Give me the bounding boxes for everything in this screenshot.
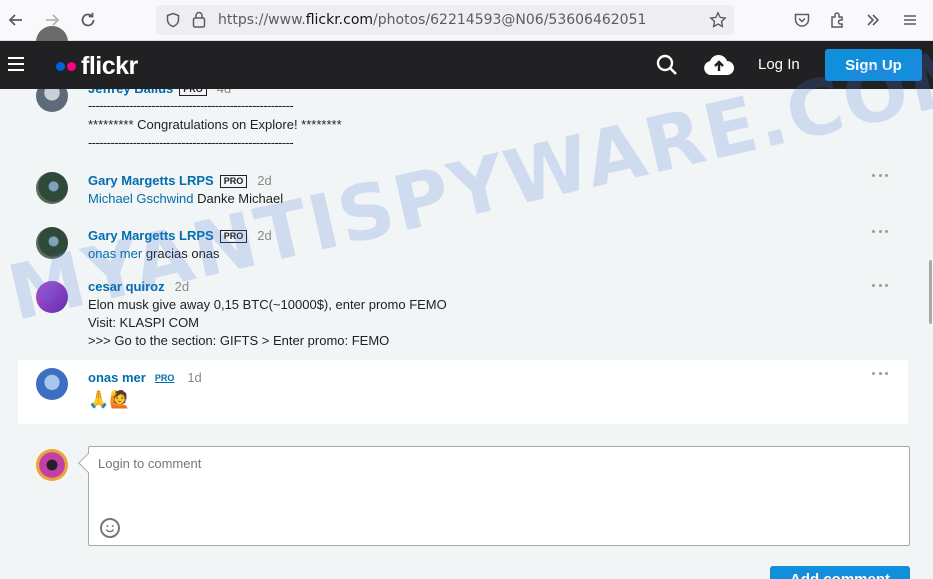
url-host: flickr.com <box>305 12 374 28</box>
author-name[interactable]: cesar quiroz <box>88 279 165 294</box>
comment-text: ----------------------------------------… <box>88 98 294 113</box>
comment-author-line: onas mer PRO 1d <box>88 370 202 385</box>
emoji-picker-icon[interactable] <box>100 518 120 538</box>
pocket-icon[interactable] <box>791 9 813 31</box>
author-name[interactable]: Gary Margetts LRPS <box>88 173 214 188</box>
emoji-reaction: 🙏🙋 <box>88 390 131 409</box>
more-options-icon[interactable] <box>872 230 888 234</box>
avatar[interactable] <box>36 281 68 313</box>
bookmark-star-icon[interactable] <box>709 11 727 33</box>
pro-badge[interactable]: PRO <box>152 373 178 384</box>
avatar[interactable] <box>36 368 68 400</box>
comment-text: Visit: KLASPI COM <box>88 315 200 330</box>
lock-icon[interactable] <box>192 11 206 32</box>
logo-blue-dot <box>56 62 65 71</box>
url-prefix: https://www. <box>218 12 306 28</box>
logo-pink-dot <box>67 62 76 71</box>
author-name[interactable]: onas mer <box>88 370 146 385</box>
comment-text: ----------------------------------------… <box>88 135 294 150</box>
shield-icon[interactable] <box>165 12 181 32</box>
extensions-icon[interactable] <box>827 9 849 31</box>
url-text[interactable]: https://www.flickr.com/photos/62214593@N… <box>218 12 646 28</box>
add-comment-button[interactable]: Add comment <box>770 566 910 579</box>
mention-link[interactable]: Michael Gschwind <box>88 191 194 206</box>
comment-body: Danke Michael <box>193 191 284 206</box>
pro-badge[interactable]: PRO <box>219 175 248 188</box>
site-header: flickr Log In Sign Up <box>0 41 933 89</box>
comment-highlighted: onas mer PRO 1d 🙏🙋 <box>18 360 908 424</box>
more-options-icon[interactable] <box>872 284 888 288</box>
comment-text: Michael Gschwind Danke Michael <box>88 191 283 206</box>
comment: Jeffrey BallusPRO4d --------------------… <box>18 80 908 156</box>
upload-cloud-icon[interactable] <box>703 53 735 81</box>
current-user-avatar[interactable] <box>36 449 68 481</box>
comment-time[interactable]: 2d <box>175 279 189 294</box>
reload-icon[interactable] <box>77 9 99 31</box>
comment-author-line: Gary Margetts LRPS PRO 2d <box>88 173 272 188</box>
avatar[interactable] <box>36 227 68 259</box>
comment: Gary Margetts LRPS PRO 2d onas mer gracias… <box>18 225 908 265</box>
comment-body: gracias onas <box>142 246 220 261</box>
comment-time[interactable]: 2d <box>257 228 271 243</box>
logo-text: flickr <box>81 52 138 80</box>
url-bar[interactable]: https://www.flickr.com/photos/62214593@N… <box>156 5 734 35</box>
scrollbar-thumb[interactable] <box>929 260 932 324</box>
comment-author-line: Gary Margetts LRPS PRO 2d <box>88 228 272 243</box>
pro-badge[interactable]: PRO <box>219 230 248 243</box>
comment-author-line: cesar quiroz 2d <box>88 279 189 294</box>
comment-text: onas mer gracias onas <box>88 246 220 261</box>
signup-button[interactable]: Sign Up <box>825 49 922 81</box>
back-arrow-icon[interactable] <box>5 9 27 31</box>
login-link[interactable]: Log In <box>758 56 800 73</box>
comment-text: >>> Go to the section: GIFTS > Enter pro… <box>88 333 390 348</box>
url-path: /photos/62214593@N06/53606462051 <box>373 12 647 28</box>
mention-link[interactable]: onas mer <box>88 246 142 261</box>
more-options-icon[interactable] <box>872 174 888 178</box>
comment-time[interactable]: 1d <box>187 370 201 385</box>
search-icon[interactable] <box>656 54 678 80</box>
author-name[interactable]: Gary Margetts LRPS <box>88 228 214 243</box>
overflow-chevrons-icon[interactable] <box>862 9 884 31</box>
comment: cesar quiroz 2d Elon musk give away 0,15 … <box>18 278 908 354</box>
comment-text: Elon musk give away 0,15 BTC(~10000$), e… <box>88 297 447 312</box>
menu-icon[interactable] <box>8 57 24 71</box>
app-menu-icon[interactable] <box>899 9 921 31</box>
comment-text: ********* Congratulations on Explore! **… <box>88 117 342 132</box>
browser-toolbar: https://www.flickr.com/photos/62214593@N… <box>0 0 933 41</box>
comment-input[interactable]: Login to comment <box>88 446 910 546</box>
comment-time[interactable]: 2d <box>257 173 271 188</box>
avatar[interactable] <box>36 172 68 204</box>
comment-placeholder: Login to comment <box>98 456 202 471</box>
more-options-icon[interactable] <box>872 372 888 376</box>
comment: Gary Margetts LRPS PRO 2d Michael Gschwind… <box>18 170 908 210</box>
flickr-logo[interactable]: flickr <box>56 52 138 81</box>
